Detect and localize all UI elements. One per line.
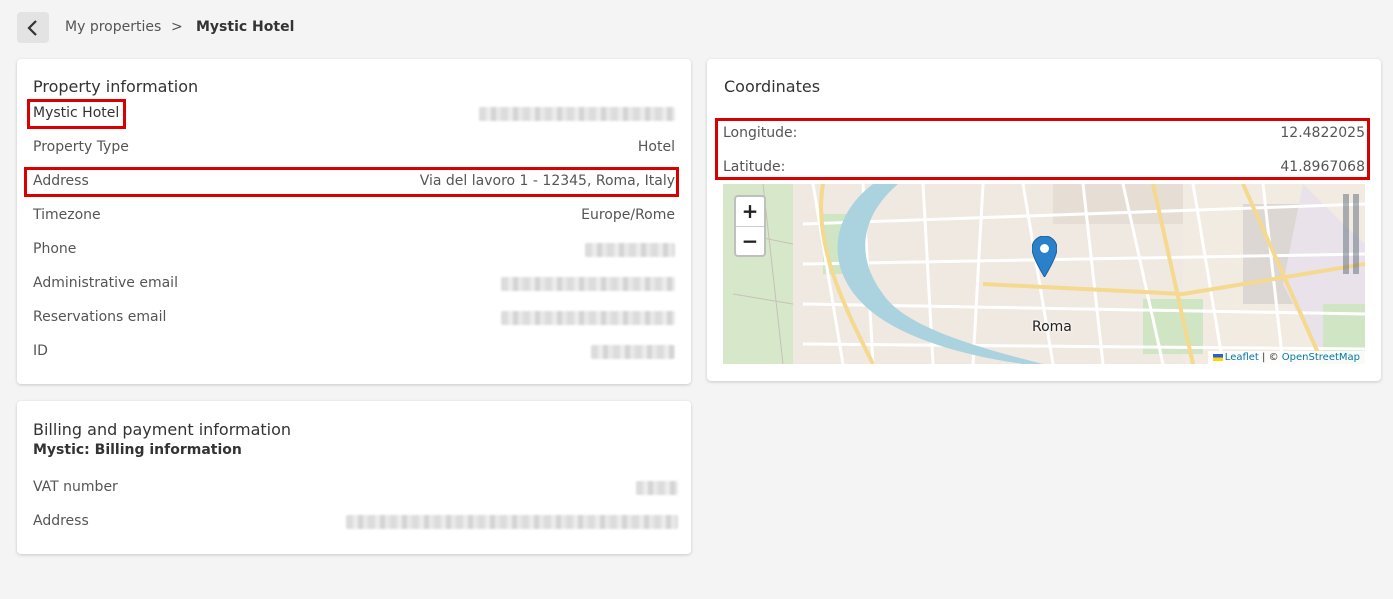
row-label: Reservations email — [33, 309, 167, 325]
openstreetmap-link[interactable]: OpenStreetMap — [1282, 352, 1360, 363]
leaflet-link[interactable]: Leaflet — [1225, 352, 1259, 363]
property-type-row: Property Type Hotel — [17, 131, 691, 165]
row-label: VAT number — [33, 479, 118, 495]
row-label: Property Type — [33, 139, 129, 155]
billing-information-card: Billing and payment information Mystic: … — [17, 401, 691, 554]
row-label: Timezone — [33, 207, 101, 223]
ukraine-flag-icon — [1212, 353, 1223, 361]
redacted-value — [501, 277, 675, 291]
attribution-separator: | © — [1262, 352, 1279, 363]
map-city-label: Roma — [1032, 319, 1072, 335]
highlight-box-coordinates — [715, 118, 1370, 180]
row-label: Administrative email — [33, 275, 178, 291]
redacted-value — [501, 311, 675, 325]
redacted-value — [585, 243, 675, 257]
card-title: Property information — [33, 77, 199, 96]
highlight-box-address — [24, 167, 679, 197]
map-zoom-control: + − — [734, 195, 766, 257]
breadcrumb-current: Mystic Hotel — [196, 19, 295, 35]
admin-email-row: Administrative email — [17, 267, 691, 301]
reservations-email-row: Reservations email — [17, 301, 691, 335]
redacted-value — [636, 481, 678, 495]
card-title: Coordinates — [724, 77, 821, 96]
coordinates-card: Coordinates Longitude: 12.4822025 Latitu… — [707, 59, 1381, 381]
row-value: Europe/Rome — [581, 207, 675, 223]
billing-address-row: Address — [17, 505, 691, 539]
map[interactable]: + − Roma Leaflet | © OpenStreetMap — [723, 184, 1365, 364]
row-label: Address — [33, 513, 89, 529]
chevron-left-icon — [27, 19, 37, 36]
zoom-in-button[interactable]: + — [736, 197, 764, 226]
timezone-row: Timezone Europe/Rome — [17, 199, 691, 233]
redacted-value — [346, 515, 678, 529]
redacted-value — [479, 107, 675, 121]
phone-row: Phone — [17, 233, 691, 267]
vat-number-row: VAT number — [17, 471, 691, 505]
redacted-value — [591, 345, 675, 359]
map-marker-icon[interactable] — [1032, 236, 1057, 277]
map-attribution: Leaflet | © OpenStreetMap — [1207, 351, 1365, 364]
breadcrumb-separator: > — [171, 19, 183, 35]
row-label: Phone — [33, 241, 77, 257]
billing-subtitle: Mystic: Billing information — [33, 442, 242, 458]
card-title: Billing and payment information — [33, 420, 292, 439]
id-row: ID — [17, 335, 691, 369]
back-button[interactable] — [17, 12, 49, 43]
row-value: Hotel — [637, 139, 675, 155]
row-label: ID — [33, 343, 48, 359]
zoom-out-button[interactable]: − — [736, 226, 764, 255]
breadcrumb-my-properties[interactable]: My properties — [65, 19, 161, 35]
highlight-box-name — [27, 99, 126, 129]
property-information-card: Property information Mystic Hotel Proper… — [17, 59, 691, 384]
